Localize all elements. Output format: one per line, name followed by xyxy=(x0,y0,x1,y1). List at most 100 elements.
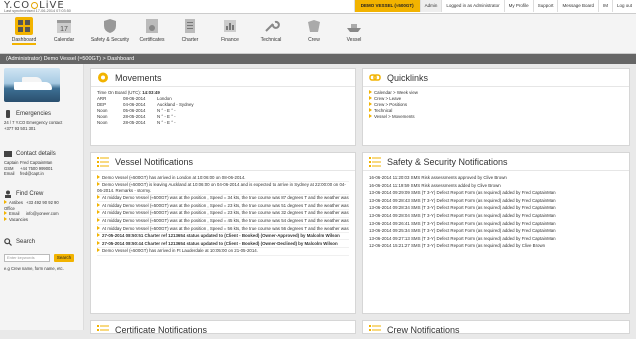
safety-item: 13-06-2014 09:25:34 SMS (T 3-Y) Defect R… xyxy=(369,228,556,234)
notification-text: At midday Demo Vessel (≈500GT) was at th… xyxy=(102,202,349,208)
vessel-notifications-body: Demo Vessel (≈500GT) has arrived in Lond… xyxy=(91,171,355,259)
safety-item: 13-06-2014 09:26:41 SMS (T 3-Y) Defect R… xyxy=(369,220,556,226)
emergency-phone: +377 93 501 301 xyxy=(4,125,36,131)
safety-item: 13-06-2014 09:28:04 SMS (T 3-Y) Defect R… xyxy=(369,212,556,218)
phone-icon xyxy=(6,110,10,118)
quicklinks-header: Quicklinks xyxy=(363,69,629,87)
notification-text: Demo Vessel (≈500GT) has arrived in Ft L… xyxy=(102,248,258,254)
vessel-photo xyxy=(4,68,60,102)
emergencies-title: Emergencies xyxy=(16,111,52,117)
wrench-icon xyxy=(265,20,280,32)
bullet-icon xyxy=(369,114,372,118)
nav-label: Charter xyxy=(181,37,199,43)
movement-date: 28-05-2014 xyxy=(123,120,146,125)
notification-item: Demo Vessel (≈500GT) is leaving Auckland… xyxy=(97,182,349,195)
calendar-day: 17 xyxy=(60,26,68,33)
bullet-icon xyxy=(97,174,100,179)
finance-icon xyxy=(224,20,236,32)
find-value[interactable]: info@yoneer.com xyxy=(26,211,59,217)
notification-text: At midday Demo Vessel (≈500GT) was at th… xyxy=(102,210,349,216)
movements-body: Time On Board (UTC): 14:03:49 ARR 08-06-2… xyxy=(91,87,355,129)
time-label: Time On Board (UTC): xyxy=(97,90,141,95)
nav-label: Vessel xyxy=(346,37,362,43)
bullet-icon xyxy=(97,182,100,187)
people-icon xyxy=(5,190,11,198)
sidebar: Emergencies 24 / 7 Y.CO Emergency contac… xyxy=(0,64,84,330)
find-crew-list: Antibes Office +33 492 90 92 90 Email info… xyxy=(0,200,84,222)
bullet-icon xyxy=(97,240,100,245)
nav-label: Finance xyxy=(221,37,239,43)
contact-section: Contact details Captain Fred CaptainMan G… xyxy=(0,148,84,177)
search-heading: Search xyxy=(0,236,84,248)
nav-vessel[interactable]: Vessel xyxy=(330,16,378,52)
admin-link[interactable]: Admin xyxy=(419,0,442,12)
search-input[interactable]: Enter keywords xyxy=(4,254,50,262)
search-hint: e.g Crew name, form name, etc. xyxy=(4,266,64,271)
emergencies-section: Emergencies 24 / 7 Y.CO Emergency contac… xyxy=(0,108,84,131)
bullet-icon xyxy=(97,210,100,215)
certificate-notifications-title: Certificate Notifications xyxy=(115,325,208,335)
notification-item: At midday Demo Vessel (≈500GT) was at th… xyxy=(97,195,349,203)
nav-calendar[interactable]: 17 Calendar xyxy=(40,16,88,52)
quicklinks-title: Quicklinks xyxy=(387,73,429,83)
movement-type: Noon xyxy=(97,120,108,125)
nav-label: Dashboard xyxy=(11,37,37,45)
safety-item: 12-06-2014 15:21:27 SMS (T 3-Y) Defect R… xyxy=(369,243,546,249)
vessel-icon xyxy=(347,24,361,32)
movement-place: N ° - E ° - xyxy=(157,120,176,125)
crew-notifications-panel: Crew Notifications xyxy=(362,320,630,335)
safety-notifications-panel: Safety & Security Notifications 16-06-20… xyxy=(362,152,630,314)
search-icon xyxy=(4,238,12,246)
calendar-icon: 17 xyxy=(57,20,71,33)
vessel-notifications-header: Vessel Notifications xyxy=(91,153,355,171)
vessel-notifications-panel: Vessel Notifications Demo Vessel (≈500GT… xyxy=(90,152,356,314)
quicklink-label: Calendar > Week view xyxy=(374,90,418,95)
contact-title: Contact details xyxy=(16,151,56,157)
module-icon-bar: Dashboard 17 Calendar Safety & Security … xyxy=(0,14,636,54)
notification-text: Demo Vessel (≈500GT) has arrived in Lond… xyxy=(102,174,246,180)
safety-notifications-title: Safety & Security Notifications xyxy=(387,157,508,167)
search-button[interactable]: Search xyxy=(54,254,74,262)
safety-notifications-header: Safety & Security Notifications xyxy=(363,153,629,171)
vessel-selector[interactable]: DEMO VESSEL (≈500GT) xyxy=(353,0,420,12)
vacancies-link[interactable]: Vacancies xyxy=(9,217,28,222)
quicklink-item[interactable]: Vessel > Movements xyxy=(369,114,623,120)
safety-item: 13-06-2014 09:29:09 SMS (T 3-Y) Defect R… xyxy=(369,190,556,196)
crew-notifications-title: Crew Notifications xyxy=(387,325,460,335)
crew-icon xyxy=(308,20,320,32)
safety-notifications-body: 16-06-2014 11:20:03 SMS Risk assessments… xyxy=(363,171,629,253)
logout-link[interactable]: Log out xyxy=(611,0,636,12)
contact-row: Email fred@capt.in xyxy=(4,171,84,177)
sync-status: Last synchronised 17-06-2014 07:03:50 xyxy=(4,9,71,13)
notification-text: At midday Demo Vessel (≈500GT) was at th… xyxy=(102,218,349,224)
list-icon xyxy=(97,157,109,167)
emergency-contact: 24 / 7 Y.CO Emergency contact +377 93 501… xyxy=(0,120,84,131)
find-key: Vacancies xyxy=(4,216,28,223)
certificate-notifications-panel: Certificate Notifications xyxy=(90,320,356,335)
dashboard-icon xyxy=(15,17,33,35)
nav-technical[interactable]: Technical xyxy=(247,16,295,52)
notification-text: At midday Demo Vessel (≈500GT) was at th… xyxy=(102,195,349,201)
message-board-link[interactable]: Message Board xyxy=(557,0,598,12)
bullet-icon xyxy=(97,248,100,253)
notification-item: Demo Vessel (≈500GT) has arrived in Lond… xyxy=(97,174,349,182)
find-crew-title: Find Crew xyxy=(16,191,44,197)
support-link[interactable]: Support xyxy=(532,0,558,12)
contact-value[interactable]: fred@capt.in xyxy=(20,171,44,177)
im-link[interactable]: IM xyxy=(597,0,612,12)
emergencies-heading: Emergencies xyxy=(0,108,84,120)
safety-item: 13-06-2014 09:27:13 SMS (T 3-Y) Defect R… xyxy=(369,235,556,241)
notification-text: At midday Demo Vessel (≈500GT) was at th… xyxy=(102,225,349,231)
find-crew-section: Find Crew Antibes Office +33 492 90 92 90… xyxy=(0,188,84,222)
list-icon xyxy=(369,157,381,167)
bullet-icon xyxy=(97,225,100,230)
quicklinks-body: Calendar > Week view Crew > Leave Crew >… xyxy=(363,87,629,123)
contact-heading: Contact details xyxy=(0,148,84,160)
certificate-icon xyxy=(146,19,158,33)
bullet-icon xyxy=(97,218,100,223)
bullet-icon xyxy=(97,202,100,207)
nav-label: Certificates xyxy=(139,37,165,43)
find-row[interactable]: Vacancies xyxy=(4,216,84,223)
notification-item: Demo Vessel (≈500GT) has arrived in Ft L… xyxy=(97,248,349,256)
my-profile-link[interactable]: My Profile xyxy=(503,0,533,12)
